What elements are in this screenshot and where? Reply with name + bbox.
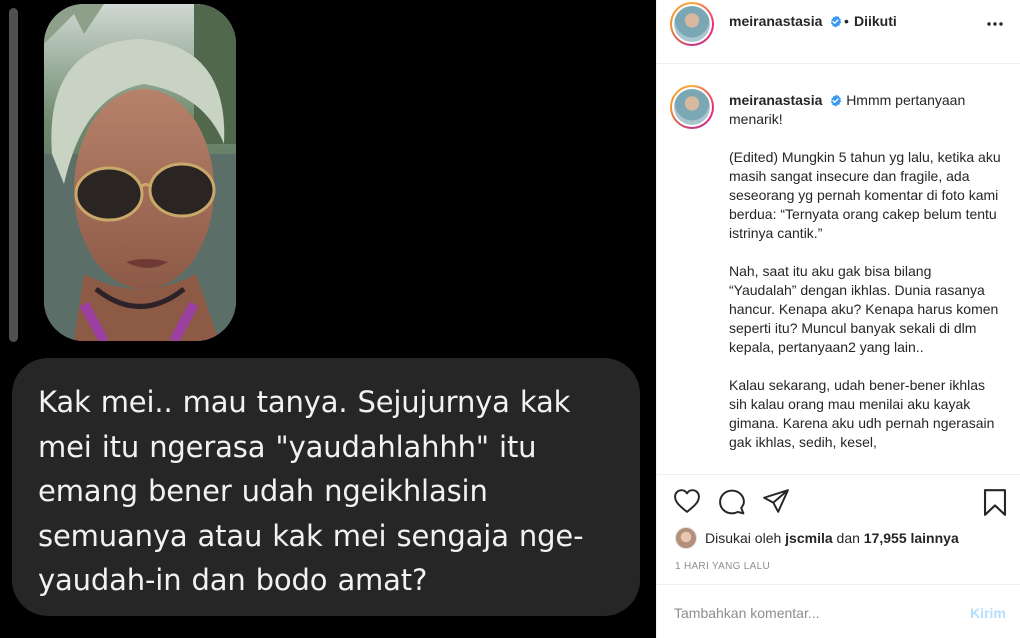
heart-icon[interactable] bbox=[674, 489, 700, 513]
post-header: meiranastasia • Diikuti bbox=[657, 0, 1020, 64]
bookmark-icon[interactable] bbox=[983, 489, 1007, 516]
header-username[interactable]: meiranastasia bbox=[729, 13, 822, 29]
follow-status-button[interactable]: Diikuti bbox=[854, 13, 897, 29]
comment-icon[interactable] bbox=[719, 489, 745, 515]
comment-input[interactable] bbox=[674, 605, 954, 621]
question-text: Kak mei.. mau tanya. Sejujurnya kak mei … bbox=[38, 385, 584, 597]
caption-paragraph: (Edited) Mungkin 5 tahun yg lalu, ketika… bbox=[729, 149, 1001, 241]
caption-area[interactable]: meiranastasia Hmmm pertanyaan menarik! (… bbox=[657, 65, 1020, 473]
header-separator: • bbox=[844, 13, 849, 29]
header-avatar[interactable] bbox=[670, 2, 714, 46]
question-bubble: Kak mei.. mau tanya. Sejujurnya kak mei … bbox=[12, 358, 640, 616]
verified-badge-icon bbox=[831, 94, 842, 107]
likes-count-link[interactable]: 17,955 lainnya bbox=[864, 530, 959, 546]
verified-badge-icon bbox=[831, 15, 842, 28]
caption-text: meiranastasia Hmmm pertanyaan menarik! (… bbox=[729, 91, 1001, 471]
caption-paragraph: Nah, saat itu aku gak bisa bilang “Yauda… bbox=[729, 263, 999, 355]
liker-avatar[interactable] bbox=[675, 527, 697, 549]
more-horizontal-icon[interactable] bbox=[987, 22, 1003, 26]
action-bar: Disukai oleh jscmila dan 17,955 lainnya … bbox=[657, 474, 1020, 584]
likes-middle: dan bbox=[836, 530, 860, 546]
likes-summary: Disukai oleh jscmila dan 17,955 lainnya bbox=[675, 527, 959, 549]
liker-username[interactable]: jscmila bbox=[785, 530, 832, 546]
likes-prefix: Disukai oleh bbox=[705, 530, 782, 546]
caption-paragraph: Kalau sekarang, udah bener-bener ikhlas … bbox=[729, 377, 995, 450]
comment-box: Kirim bbox=[657, 584, 1020, 638]
selfie-photo bbox=[44, 4, 236, 341]
caption-username[interactable]: meiranastasia bbox=[729, 92, 822, 108]
post-comment-button[interactable]: Kirim bbox=[970, 605, 1006, 621]
post-media[interactable]: Kak mei.. mau tanya. Sejujurnya kak mei … bbox=[0, 0, 656, 638]
caption-avatar[interactable] bbox=[670, 85, 714, 129]
post-panel: meiranastasia • Diikuti meiranastasia Hm… bbox=[656, 0, 1020, 638]
share-icon[interactable] bbox=[763, 489, 789, 513]
story-scrollbar bbox=[9, 8, 18, 342]
post-timestamp[interactable]: 1 HARI YANG LALU bbox=[675, 561, 770, 572]
